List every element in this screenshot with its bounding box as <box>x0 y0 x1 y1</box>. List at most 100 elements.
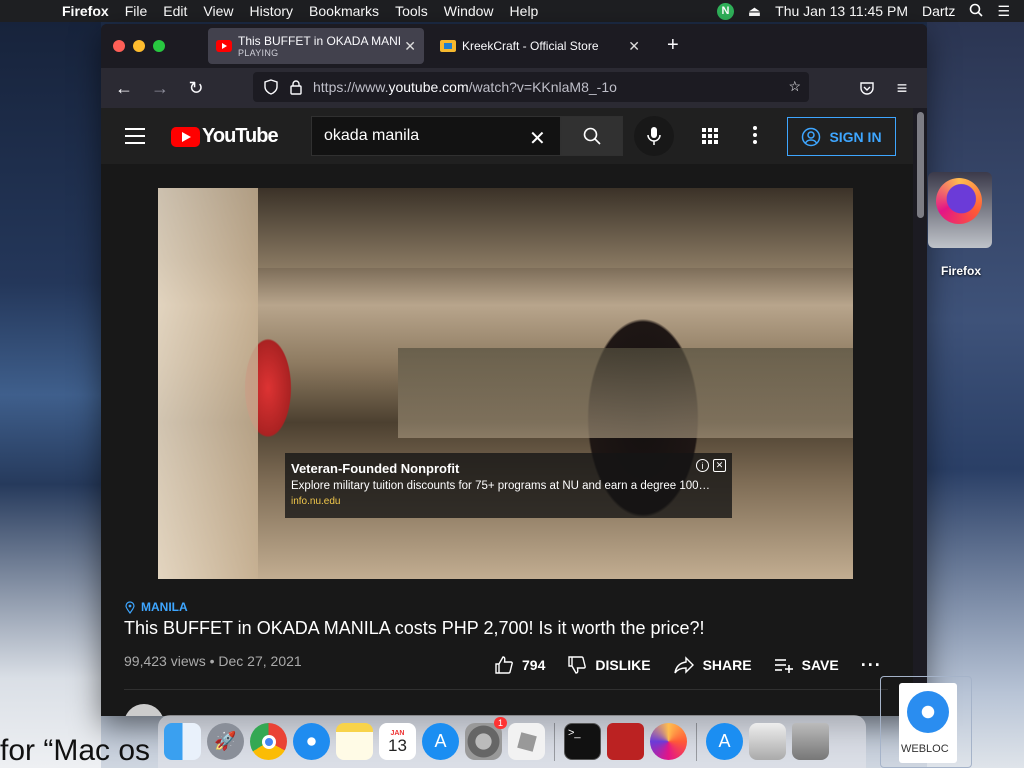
terminal-icon[interactable]: >_ <box>564 723 601 760</box>
microphone-icon <box>647 127 661 145</box>
calendar-icon[interactable]: JAN 13 <box>379 723 416 760</box>
user-name[interactable]: Dartz <box>922 3 955 19</box>
video-frame-detail <box>258 188 853 268</box>
dislike-button[interactable]: DISLIKE <box>567 655 651 675</box>
firefox-icon[interactable] <box>650 723 687 760</box>
tab-title: This BUFFET in OKADA MANILA <box>238 34 401 48</box>
guide-menu-icon[interactable] <box>125 128 145 149</box>
finder-icon[interactable] <box>164 723 201 760</box>
downloads-stack-icon[interactable]: A <box>706 723 743 760</box>
safari-compass-icon <box>907 691 949 733</box>
app-store-icon[interactable]: A <box>422 723 459 760</box>
tab-bar: This BUFFET in OKADA MANILA PLAYING ✕ Kr… <box>101 24 927 68</box>
menu-bookmarks[interactable]: Bookmarks <box>301 3 387 19</box>
spotlight-search-icon[interactable] <box>969 3 984 20</box>
video-frame-detail <box>158 188 258 579</box>
menu-file[interactable]: File <box>117 3 156 19</box>
location-link[interactable]: MANILA <box>125 600 188 614</box>
video-title: This BUFFET in OKADA MANILA costs PHP 2,… <box>124 618 705 638</box>
close-window-button[interactable] <box>113 40 125 52</box>
webloc-label: WEBLOC <box>901 743 949 755</box>
kreekcraft-favicon-icon <box>440 40 456 52</box>
bookmark-star-icon[interactable]: ☆ <box>788 78 801 95</box>
firefox-disk-icon <box>928 172 992 248</box>
ad-close-icon[interactable]: ✕ <box>713 459 726 472</box>
more-actions-icon[interactable]: ··· <box>861 655 882 676</box>
app-menu-icon[interactable]: ≡ <box>890 76 914 100</box>
roblox-icon[interactable] <box>508 723 545 760</box>
control-center-icon[interactable]: ☰ <box>997 3 1010 20</box>
lock-icon[interactable] <box>289 79 303 95</box>
apps-grid-icon[interactable] <box>702 128 718 144</box>
photo-booth-icon[interactable] <box>607 723 644 760</box>
trash-icon[interactable] <box>792 723 829 760</box>
menu-view[interactable]: View <box>195 3 241 19</box>
menu-history[interactable]: History <box>241 3 301 19</box>
youtube-header: YouTube okada manila ✕ SIGN IN <box>101 108 913 164</box>
close-tab-icon[interactable]: ✕ <box>404 38 416 55</box>
share-arrow-icon <box>673 656 694 674</box>
search-icon <box>583 127 601 145</box>
video-player[interactable]: Veteran-Founded Nonprofit Explore milita… <box>158 188 853 579</box>
menu-app-name[interactable]: Firefox <box>54 3 117 19</box>
browser-window: This BUFFET in OKADA MANILA PLAYING ✕ Kr… <box>101 24 927 716</box>
search-input[interactable]: okada manila <box>311 116 561 156</box>
url-text[interactable]: https://www.youtube.com/watch?v=KKnlaM8_… <box>313 79 617 95</box>
close-tab-icon[interactable]: ✕ <box>628 38 640 55</box>
system-preferences-icon[interactable]: 1 <box>465 717 507 760</box>
documents-stack-icon[interactable] <box>749 723 786 760</box>
menu-window[interactable]: Window <box>436 3 502 19</box>
tab-youtube[interactable]: This BUFFET in OKADA MANILA PLAYING ✕ <box>208 28 424 64</box>
desktop-background-text: for “Mac os <box>0 734 151 767</box>
pocket-icon[interactable] <box>855 76 879 100</box>
settings-more-icon[interactable] <box>753 126 757 147</box>
menu-tools[interactable]: Tools <box>387 3 436 19</box>
like-count: 794 <box>522 657 546 673</box>
location-pin-icon <box>125 600 135 614</box>
address-bar[interactable]: https://www.youtube.com/watch?v=KKnlaM8_… <box>253 72 809 102</box>
menu-help[interactable]: Help <box>502 3 547 19</box>
new-tab-button[interactable]: + <box>667 34 679 57</box>
clock[interactable]: Thu Jan 13 11:45 PM <box>775 3 908 19</box>
clear-search-icon[interactable]: ✕ <box>529 126 546 151</box>
thumbs-down-icon <box>568 656 587 674</box>
search-button[interactable] <box>561 116 623 156</box>
tracking-protection-shield-icon[interactable] <box>263 79 279 95</box>
page-scrollbar[interactable] <box>913 108 927 716</box>
notification-badge: 1 <box>493 717 507 729</box>
minimize-window-button[interactable] <box>133 40 145 52</box>
ad-url[interactable]: info.nu.edu <box>291 496 726 507</box>
sign-in-button[interactable]: SIGN IN <box>787 117 896 156</box>
youtube-logo[interactable]: YouTube <box>171 125 279 148</box>
menu-bar: Firefox File Edit View History Bookmarks… <box>0 0 1024 22</box>
firefox-logo-icon <box>936 178 982 224</box>
avatar[interactable] <box>124 704 164 716</box>
back-arrow-icon[interactable]: ← <box>112 76 136 100</box>
navigation-toolbar: ← → ↻ https://www.youtube.com/watch?v=KK… <box>101 68 927 108</box>
thumbs-up-icon <box>495 656 513 674</box>
overlay-ad[interactable]: Veteran-Founded Nonprofit Explore milita… <box>285 453 732 518</box>
notes-icon[interactable] <box>336 723 373 760</box>
chrome-icon[interactable] <box>250 723 287 760</box>
ad-info-icon[interactable]: i <box>696 459 709 472</box>
tab-kreekcraft[interactable]: KreekCraft - Official Store ✕ <box>432 28 648 64</box>
calendar-day: 13 <box>388 735 407 755</box>
like-button[interactable]: 794 <box>494 655 545 675</box>
eject-icon[interactable]: ⏏ <box>748 3 761 20</box>
share-button[interactable]: SHARE <box>673 656 752 674</box>
save-button[interactable]: SAVE <box>774 656 839 674</box>
zoom-window-button[interactable] <box>153 40 165 52</box>
desktop-webloc-file[interactable]: WEBLOC <box>880 676 972 768</box>
reload-icon[interactable]: ↻ <box>184 76 208 100</box>
account-icon <box>802 127 821 146</box>
status-app-icon[interactable]: N <box>716 2 734 20</box>
voice-search-button[interactable] <box>634 116 674 156</box>
menu-edit[interactable]: Edit <box>155 3 195 19</box>
scrollbar-thumb[interactable] <box>917 112 924 218</box>
safari-icon[interactable] <box>293 723 330 760</box>
desktop-firefox-volume[interactable]: Firefox <box>928 172 994 278</box>
tab-playing-label: PLAYING <box>238 48 279 58</box>
launchpad-icon[interactable]: 🚀 <box>207 723 244 760</box>
forward-arrow-icon[interactable]: → <box>148 76 172 100</box>
dock-separator <box>696 722 697 761</box>
